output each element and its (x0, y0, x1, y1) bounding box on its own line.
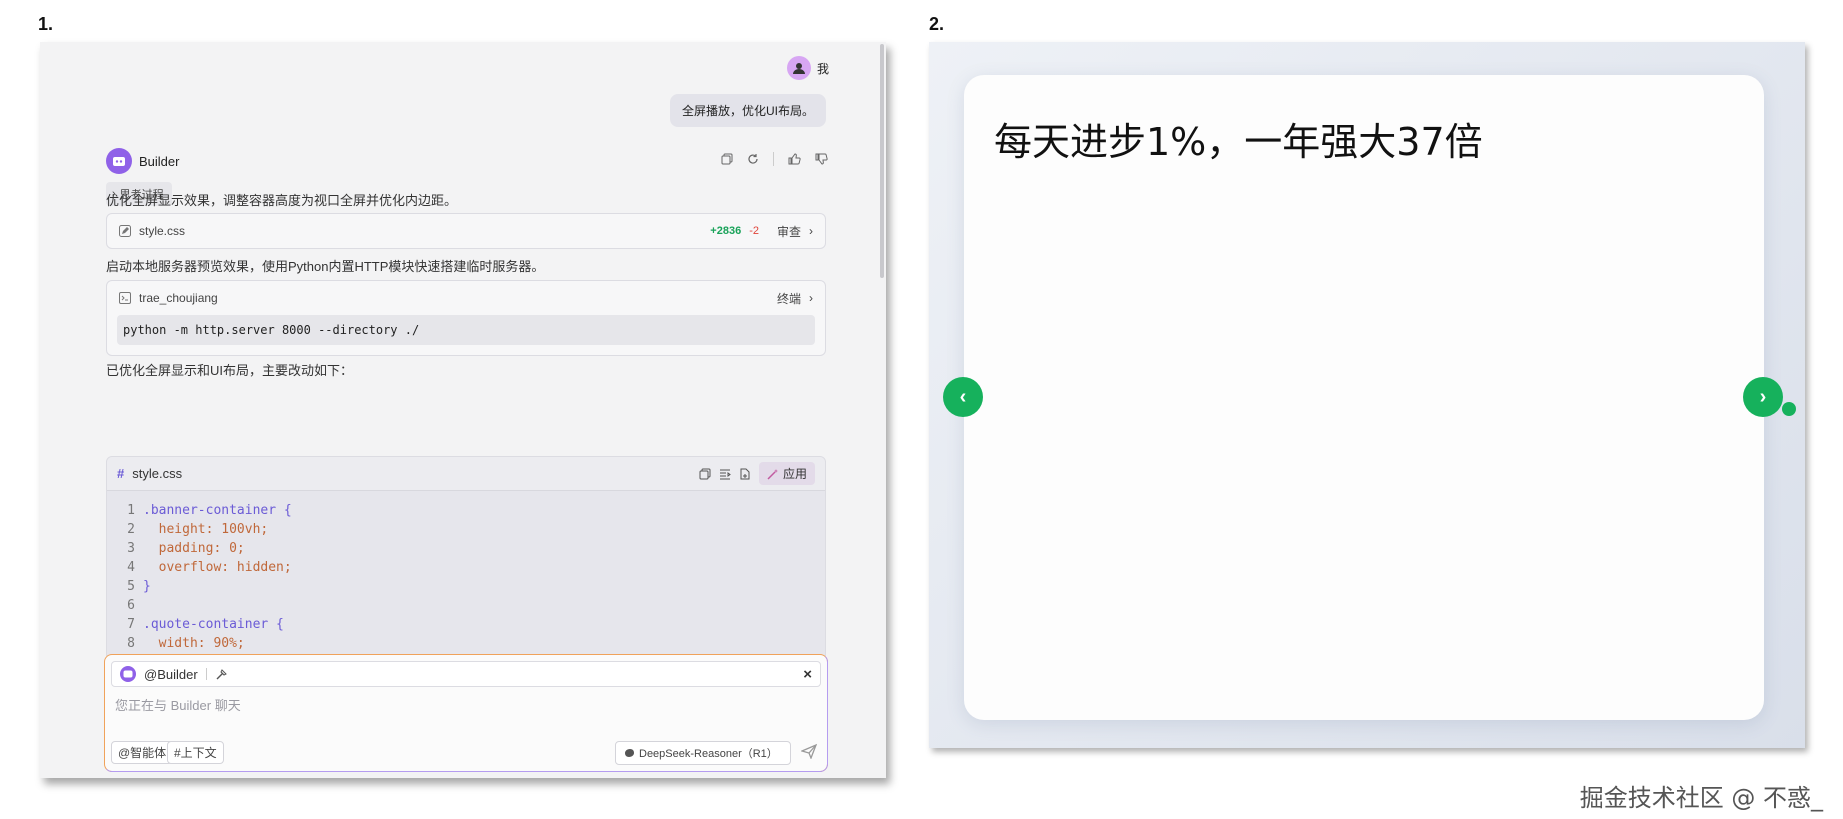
code-line: 3 padding: 0; (127, 541, 245, 556)
whale-icon (625, 749, 634, 757)
file-change-card[interactable]: style.css +2836 -2 审查 › (106, 213, 826, 249)
bot-header: Builder (106, 148, 179, 174)
context-chip[interactable]: #上下文 (167, 741, 224, 764)
panel-2-label: 2. (929, 14, 945, 34)
model-selector[interactable]: DeepSeek-Reasoner（R1） (615, 741, 791, 765)
chat-input-box[interactable]: @Builder × 您正在与 Builder 聊天 @智能体 #上下文 Dee… (104, 654, 828, 772)
thumbs-down-icon[interactable] (815, 153, 828, 165)
quote-text: 每天进步1%，一年强大37倍 (994, 120, 1483, 164)
apply-label: 应用 (782, 467, 807, 481)
banner-preview-panel: 每天进步1%，一年强大37倍 ‹ › (929, 42, 1805, 748)
message-paragraph-3: 已优化全屏显示和UI布局，主要改动如下： (106, 363, 354, 378)
diff-added-count: +2836 (710, 225, 742, 237)
chevron-right-icon: › (809, 224, 813, 238)
send-icon[interactable] (801, 743, 817, 759)
terminal-name: trae_choujiang (139, 291, 218, 305)
agent-selector-bar[interactable]: @Builder × (111, 661, 821, 687)
code-line: 8 width: 90%; (127, 636, 245, 651)
robot-icon (113, 157, 125, 166)
terminal-icon (119, 292, 131, 304)
file-change-filename: style.css (139, 224, 186, 238)
code-block: # style.css 应用 1 .banner-container { 2 he… (106, 456, 826, 656)
message-paragraph-1: 优化全屏显示效果，调整容器高度为视口全屏并优化内边距。 (106, 193, 458, 208)
bot-avatar (106, 148, 132, 174)
agent-name: @Builder (144, 666, 198, 682)
chevron-right-icon: › (809, 291, 813, 305)
user-header: 我 (786, 56, 829, 80)
hammer-icon[interactable] (215, 668, 228, 681)
prev-slide-button[interactable]: ‹ (943, 377, 983, 417)
terminal-button[interactable]: 终端 (777, 290, 801, 307)
user-message: 全屏播放，优化UI布局。 (669, 94, 826, 127)
code-line: 5} (127, 579, 151, 594)
divider (205, 668, 207, 680)
code-filename: style.css (132, 466, 183, 481)
panel-1-label: 1. (38, 14, 54, 34)
code-line: 6 (127, 598, 135, 613)
terminal-card: trae_choujiang 终端 › python -m http.serve… (106, 280, 826, 356)
user-icon (792, 63, 805, 74)
agent-chip[interactable]: @智能体 (111, 741, 174, 764)
copy-icon[interactable] (721, 153, 733, 165)
code-line: 2 height: 100vh; (127, 522, 269, 537)
model-name: DeepSeek-Reasoner（R1） (639, 748, 778, 760)
magic-wand-icon (767, 468, 778, 480)
message-actions (721, 152, 828, 166)
user-name: 我 (816, 61, 829, 76)
code-line: 7 .quote-container { (127, 617, 284, 632)
message-paragraph-2: 启动本地服务器预览效果，使用Python内置HTTP模块快速搭建临时服务器。 (106, 259, 545, 274)
chat-panel: 我 全屏播放，优化UI布局。 Builder › 思考过程 优化全屏显示效果，调… (40, 42, 886, 778)
quote-card: 每天进步1%，一年强大37倍 (964, 75, 1764, 720)
code-line: 1 .banner-container { (127, 503, 292, 518)
code-content: 1 .banner-container { 2 height: 100vh; 3 … (107, 491, 825, 653)
terminal-command: python -m http.server 8000 --directory .… (117, 315, 815, 345)
watermark: 掘金技术社区 @ 不惑_ (1579, 784, 1823, 812)
new-file-icon[interactable] (739, 468, 751, 480)
bot-name: Builder (139, 153, 180, 169)
diff-removed-count: -2 (749, 225, 759, 237)
close-icon[interactable]: × (803, 666, 812, 683)
copy-icon[interactable] (699, 468, 711, 480)
code-line: 4 overflow: hidden; (127, 560, 292, 575)
thumbs-up-icon[interactable] (788, 153, 801, 165)
next-slide-button[interactable]: › (1743, 377, 1783, 417)
file-edit-icon (119, 225, 131, 237)
insert-icon[interactable] (719, 468, 731, 480)
indicator-dot (1782, 402, 1796, 416)
apply-button[interactable]: 应用 (758, 462, 815, 485)
review-button[interactable]: 审查 (777, 223, 801, 240)
hash-icon: # (117, 466, 125, 481)
user-avatar (786, 56, 811, 80)
chat-input-placeholder[interactable]: 您正在与 Builder 聊天 (115, 695, 241, 714)
regenerate-icon[interactable] (747, 153, 759, 165)
chat-scrollbar[interactable] (880, 44, 884, 278)
builder-agent-icon (120, 666, 136, 682)
divider (773, 152, 774, 166)
